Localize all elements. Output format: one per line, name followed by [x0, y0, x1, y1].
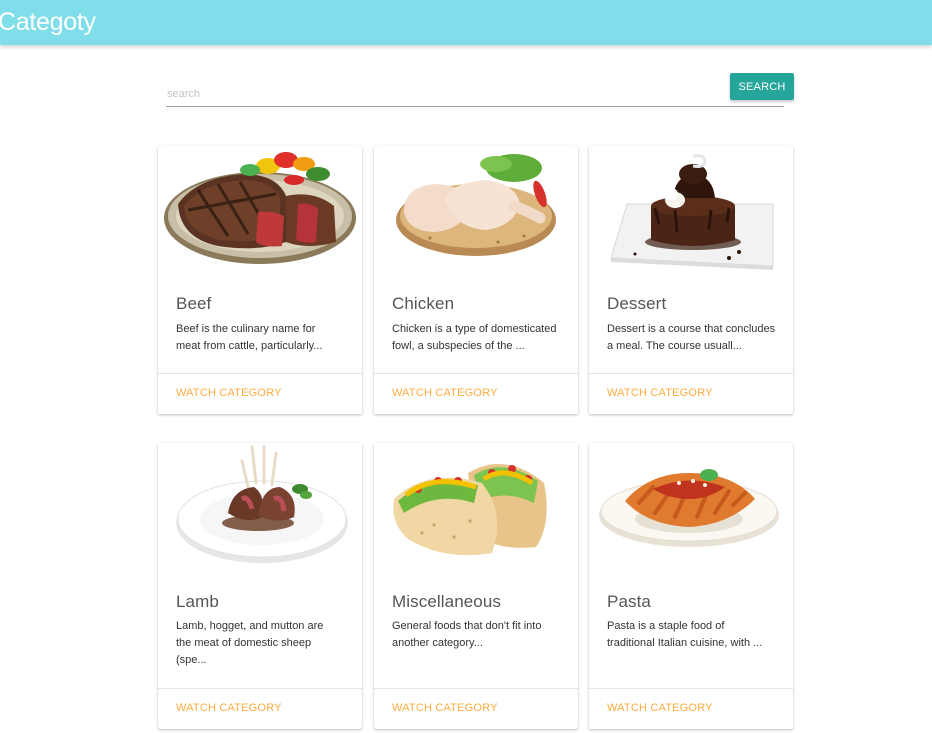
beef-steak-image: [158, 146, 362, 276]
watch-category-link[interactable]: WATCH CATEGORY: [392, 702, 498, 714]
watch-category-link[interactable]: WATCH CATEGORY: [607, 702, 713, 714]
card-action-bar: WATCH CATEGORY: [158, 688, 362, 729]
category-card-chicken: Chicken Chicken is a type of domesticate…: [374, 146, 578, 414]
card-description: Chicken is a type of domesticated fowl, …: [392, 323, 557, 352]
card-title: Chicken: [392, 294, 455, 313]
card-description: Pasta is a staple food of traditional It…: [607, 620, 763, 649]
lamb-chops-image: [158, 443, 362, 573]
card-title: Miscellaneous: [392, 592, 502, 611]
card-action-bar: WATCH CATEGORY: [158, 373, 362, 414]
card-action-bar: WATCH CATEGORY: [374, 373, 578, 414]
card-action-bar: WATCH CATEGORY: [374, 688, 578, 729]
app-header: Categoty: [0, 0, 932, 45]
card-title: Beef: [176, 294, 212, 313]
card-description: General foods that don't fit into anothe…: [392, 620, 542, 649]
chicken-legs-image: [374, 146, 578, 276]
card-action-bar: WATCH CATEGORY: [589, 373, 793, 414]
pasta-plate-image: [589, 443, 793, 573]
chocolate-cake-image: [589, 146, 793, 276]
tacos-image: [374, 443, 578, 573]
watch-category-link[interactable]: WATCH CATEGORY: [176, 387, 282, 399]
card-description: Dessert is a course that concludes a mea…: [607, 323, 776, 352]
search-button[interactable]: SEARCH: [730, 73, 794, 100]
watch-category-link[interactable]: WATCH CATEGORY: [176, 702, 282, 714]
category-card-miscellaneous: Miscellaneous General foods that don't f…: [374, 443, 578, 729]
search-bar: SEARCH: [166, 73, 794, 109]
page-title[interactable]: Categoty: [0, 8, 96, 37]
card-action-bar: WATCH CATEGORY: [589, 688, 793, 729]
watch-category-link[interactable]: WATCH CATEGORY: [392, 387, 498, 399]
card-description: Beef is the culinary name for meat from …: [176, 323, 323, 352]
card-title: Lamb: [176, 592, 219, 611]
watch-category-link[interactable]: WATCH CATEGORY: [607, 387, 713, 399]
search-input[interactable]: [166, 81, 784, 107]
category-card-pasta: Pasta Pasta is a staple food of traditio…: [589, 443, 793, 729]
category-card-dessert: Dessert Dessert is a course that conclud…: [589, 146, 793, 414]
card-title: Dessert: [607, 294, 667, 313]
card-description: Lamb, hogget, and mutton are the meat of…: [176, 620, 324, 666]
category-card-lamb: Lamb Lamb, hogget, and mutton are the me…: [158, 443, 362, 729]
card-title: Pasta: [607, 592, 651, 611]
category-card-beef: Beef Beef is the culinary name for meat …: [158, 146, 362, 414]
